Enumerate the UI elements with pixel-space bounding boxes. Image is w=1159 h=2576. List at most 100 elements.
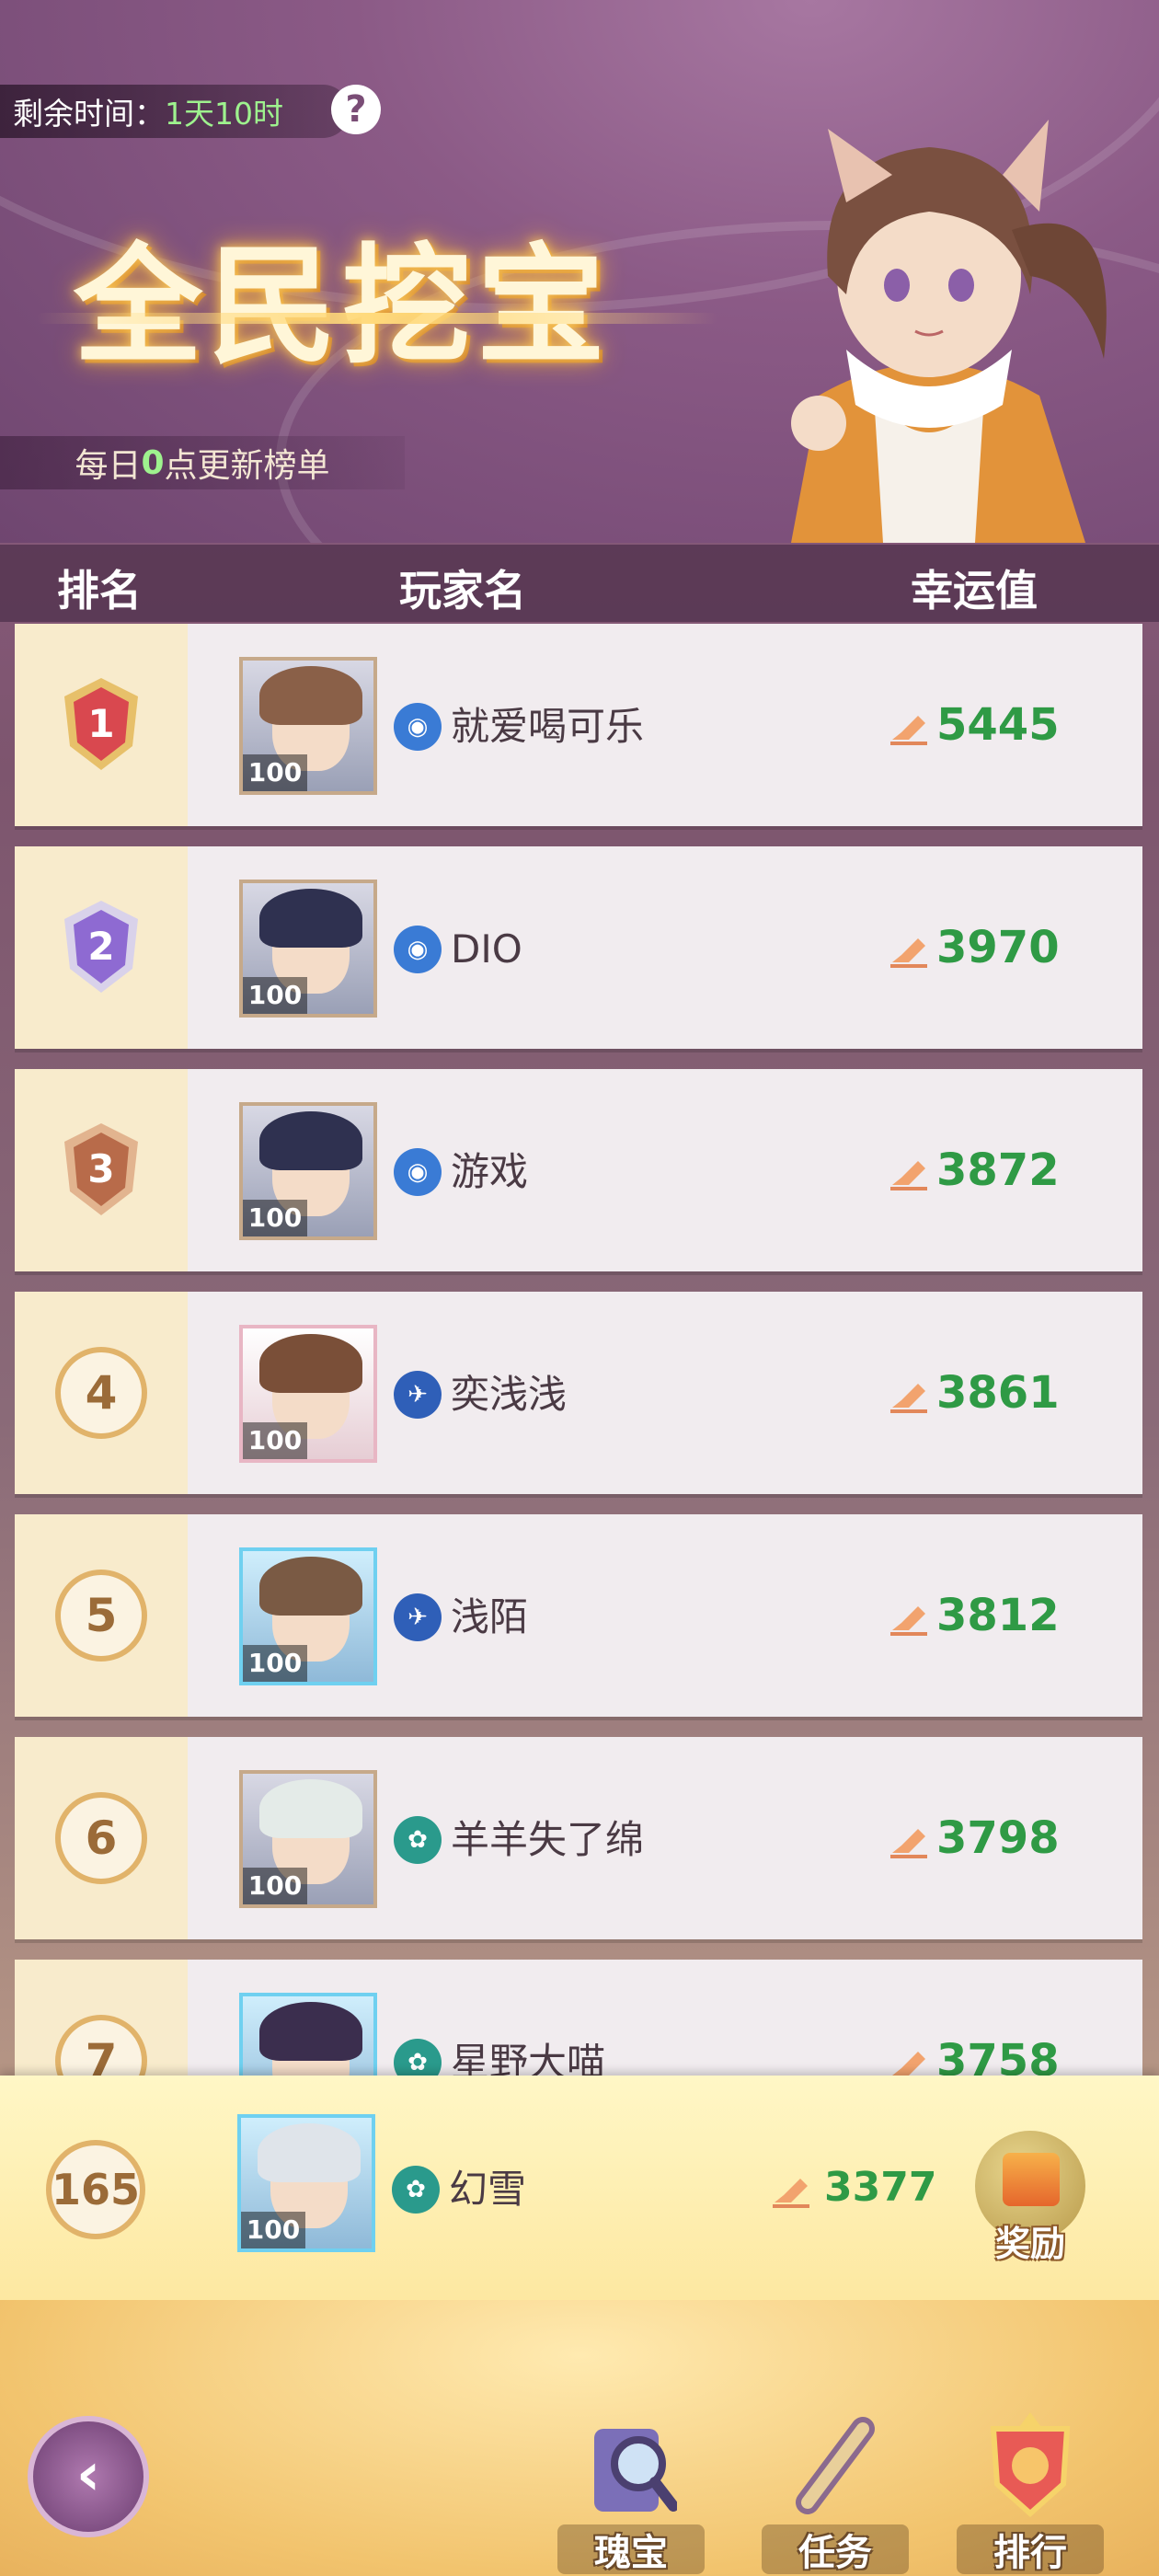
rank-cell: 4	[15, 1292, 188, 1494]
avatar-hair	[259, 889, 362, 948]
player-avatar[interactable]: 100	[239, 1325, 377, 1463]
rank-cell: 1	[15, 624, 188, 826]
player-name: 游戏	[451, 1149, 529, 1194]
rank-number: 2	[87, 924, 114, 969]
shovel-icon	[890, 716, 927, 745]
shovel-icon	[773, 2179, 809, 2208]
player-level: 100	[243, 1422, 307, 1459]
rank-cell: 7	[15, 1960, 188, 2077]
ranking-row[interactable]: 6 100 ✿ 羊羊失了绵 3798	[15, 1737, 1142, 1939]
player-name: 奕浅浅	[451, 1372, 568, 1417]
player-avatar[interactable]: 100	[239, 1770, 377, 1908]
luck-score: 3812	[936, 1590, 1060, 1641]
title-sparkle	[37, 313, 717, 324]
ranking-row[interactable]: 4 100 ✈ 奕浅浅 3861	[15, 1292, 1142, 1494]
my-luck-score: 3377	[824, 2164, 937, 2211]
shovel-icon	[890, 1161, 927, 1190]
server-badge-icon: ✿	[394, 2039, 442, 2077]
rank-number: 5	[55, 1570, 147, 1662]
player-name: 星野大喵	[451, 2040, 606, 2077]
ranking-row[interactable]: 3 100 ◉ 游戏 3872	[15, 1069, 1142, 1271]
avatar-hair	[259, 1779, 362, 1838]
gift-box-icon	[1003, 2153, 1060, 2206]
remaining-time-value: 1天10时	[165, 96, 283, 132]
rank-cell: 2	[15, 846, 188, 1049]
my-player-name: 幻雪	[449, 2167, 527, 2212]
avatar-hair	[259, 666, 362, 725]
server-badge-icon: ◉	[394, 926, 442, 973]
my-rank-number: 165	[46, 2140, 145, 2239]
nav-label: 任务	[798, 2532, 872, 2574]
avatar-hair	[259, 1111, 362, 1170]
daily-hour: 0	[141, 443, 165, 482]
server-badge-icon: ◉	[394, 703, 442, 751]
my-avatar[interactable]: 100	[237, 2114, 375, 2252]
bronze-medal-icon: 3	[64, 1123, 138, 1215]
player-avatar[interactable]	[239, 1993, 377, 2077]
player-avatar[interactable]: 100	[239, 657, 377, 795]
player-name: 浅陌	[451, 1594, 529, 1639]
player-name: 就爱喝可乐	[451, 704, 645, 749]
rank-number: 7	[55, 2015, 147, 2077]
daily-prefix: 每日	[75, 447, 142, 485]
rank-cell: 3	[15, 1069, 188, 1271]
player-level: 100	[243, 1200, 307, 1236]
player-avatar[interactable]: 100	[239, 880, 377, 1018]
header-rank: 排名	[57, 566, 142, 615]
avatar-hair	[259, 1334, 362, 1393]
ranking-row[interactable]: 5 100 ✈ 浅陌 3812	[15, 1514, 1142, 1717]
avatar-hair	[259, 2002, 362, 2061]
avatar-hair	[259, 1557, 362, 1616]
player-avatar[interactable]: 100	[239, 1547, 377, 1685]
player-level: 100	[243, 754, 307, 791]
scroll-icon	[796, 2417, 875, 2514]
rank-number: 1	[87, 701, 114, 746]
avatar-hair	[258, 2123, 361, 2182]
nav-label: 瑰宝	[594, 2532, 668, 2574]
help-button[interactable]: ?	[331, 85, 381, 134]
player-name: DIO	[451, 926, 522, 972]
nav-label: 排行	[993, 2532, 1067, 2574]
player-level: 100	[243, 977, 307, 1014]
my-level: 100	[241, 2212, 305, 2248]
reward-button[interactable]: 奖励	[975, 2131, 1085, 2264]
table-header: 排名 玩家名 幸运值	[0, 545, 1159, 622]
daily-suffix: 点更新榜单	[164, 447, 330, 485]
luck-score: 3970	[936, 922, 1060, 973]
nav-treasure[interactable]: 瑰宝	[548, 2401, 714, 2576]
ranking-row[interactable]: 1 100 ◉ 就爱喝可乐 5445	[15, 624, 1142, 826]
ranking-list[interactable]: 1 100 ◉ 就爱喝可乐 5445 2 100 ◉ DIO 3970 3 10…	[15, 624, 1142, 2077]
rank-number: 3	[87, 1146, 114, 1191]
rank-number: 6	[55, 1792, 147, 1884]
event-title: 全民挖宝	[74, 231, 612, 382]
nav-ranking[interactable]: 排行	[947, 2401, 1113, 2576]
header-player-name: 玩家名	[399, 566, 526, 615]
remaining-time: 剩余时间： 1天10时	[0, 85, 350, 138]
server-badge-icon: ✿	[392, 2166, 440, 2214]
event-banner: 剩余时间： 1天10时 ? 全民挖宝 每日 0 点更新榜单	[0, 0, 1159, 543]
rank-number: 4	[55, 1347, 147, 1439]
luck-score: 3758	[936, 2035, 1060, 2077]
rank-cell: 6	[15, 1737, 188, 1939]
server-badge-icon: ✿	[394, 1816, 442, 1864]
ranking-row[interactable]: 2 100 ◉ DIO 3970	[15, 846, 1142, 1049]
luck-score: 3872	[936, 1144, 1060, 1196]
player-avatar[interactable]: 100	[239, 1102, 377, 1240]
ranking-shield-icon	[990, 2412, 1071, 2518]
luck-score: 3861	[936, 1367, 1060, 1419]
header-luck-value: 幸运值	[911, 566, 1038, 615]
ranking-row[interactable]: 7 ✿ 星野大喵 3758	[15, 1960, 1142, 2077]
gold-medal-icon: 1	[64, 678, 138, 770]
daily-update-note: 每日 0 点更新榜单	[0, 436, 405, 489]
shovel-icon	[890, 1606, 927, 1636]
server-badge-icon: ✈	[394, 1371, 442, 1419]
scroll-magnifier-icon	[594, 2429, 677, 2512]
server-badge-icon: ◉	[394, 1148, 442, 1196]
back-button[interactable]: ‹	[28, 2416, 149, 2537]
silver-medal-icon: 2	[64, 901, 138, 993]
luck-score: 5445	[936, 699, 1060, 751]
nav-tasks[interactable]: 任务	[752, 2401, 918, 2576]
my-ranking-row[interactable]: 165 100 ✿ 幻雪 3377 奖励	[0, 2076, 1159, 2300]
rank-cell: 5	[15, 1514, 188, 1717]
shovel-icon	[890, 1829, 927, 1858]
